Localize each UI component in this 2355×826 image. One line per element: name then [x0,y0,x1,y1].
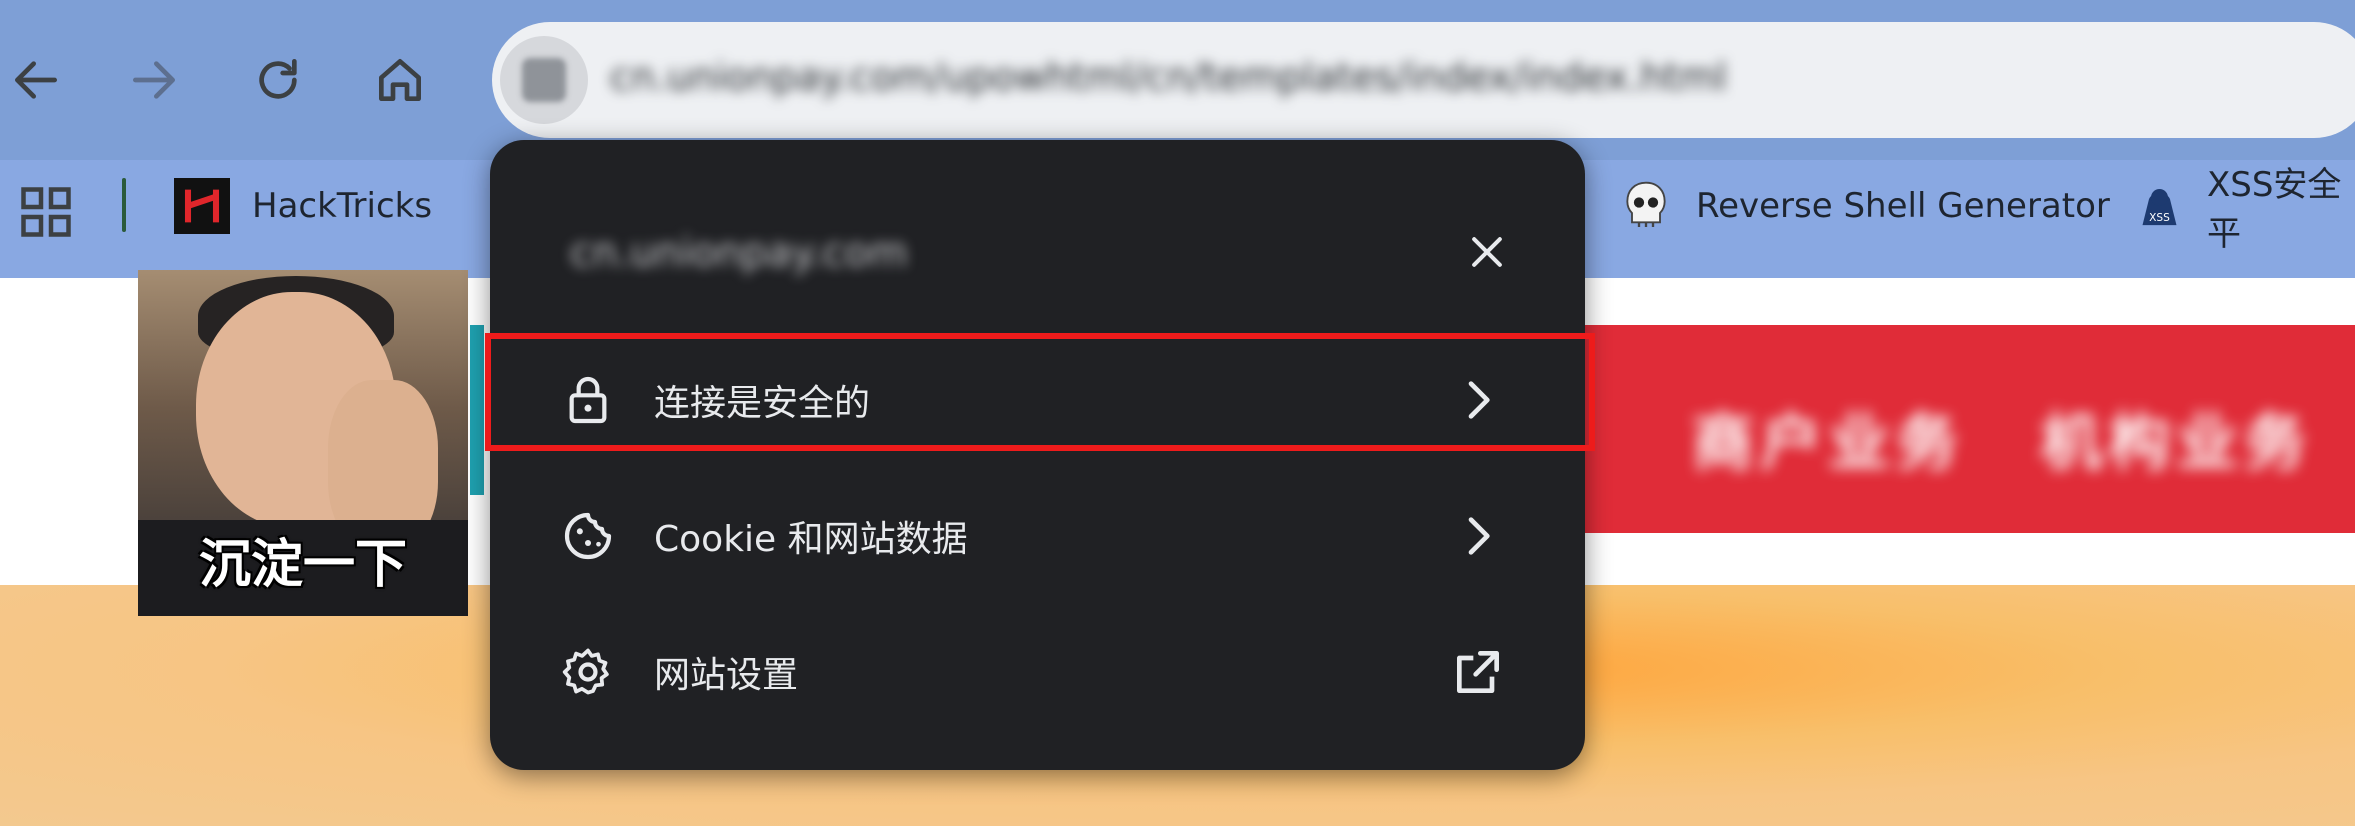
forward-arrow-icon [133,61,176,99]
back-button[interactable] [0,44,72,116]
bookmarks-divider [122,178,126,232]
home-icon [379,59,421,101]
banner-nav-item[interactable]: 机构业务 [2040,392,2312,482]
close-icon [1472,237,1502,267]
hacktricks-icon [174,178,230,234]
bookmark-xss-platform[interactable]: XSS XSS安全平 [2134,165,2355,254]
banner-nav-item[interactable]: 商户业务 [1692,392,1964,482]
back-arrow-icon [15,61,58,99]
cookie-icon [564,512,612,560]
row-label: 网站设置 [654,655,799,696]
row-label: Cookie 和网站数据 [654,519,968,560]
bookmark-label: Reverse Shell Generator [1696,186,2110,226]
site-settings-row[interactable]: 网站设置 [490,612,1585,732]
meme-sticker-image: 沉淀一下 [138,270,468,616]
popup-domain: cn.unionpay.com [570,230,908,276]
home-button[interactable] [364,44,436,116]
external-link-icon [1457,651,1499,693]
page-logo-fragment [470,325,484,495]
cookies-site-data-row[interactable]: Cookie 和网站数据 [490,476,1585,596]
red-annotation-box [485,333,1595,451]
reload-button[interactable] [242,44,314,116]
site-info-button[interactable] [500,36,588,124]
gear-icon [562,648,609,695]
bookmark-reverse-shell-generator[interactable]: Reverse Shell Generator [1618,176,2110,236]
chevron-right-icon [1468,517,1490,555]
xss-icon: XSS [2142,189,2177,226]
close-button[interactable] [1455,220,1519,284]
bookmark-label: HackTricks [252,186,433,226]
skull-icon [1626,181,1666,227]
url-text[interactable]: cn.unionpay.com/upowhtml/cn/templates/in… [610,55,1727,99]
site-info-popup: cn.unionpay.com 连接是安全的 Cookie 和网站数据 网站设置 [490,140,1585,770]
forward-button[interactable] [118,44,190,116]
svg-text:XSS: XSS [2149,211,2170,224]
apps-grid-icon[interactable] [16,182,76,246]
reload-icon [259,59,297,99]
bookmark-label: XSS安全平 [2206,165,2342,254]
bookmark-hacktricks[interactable]: HackTricks [174,176,432,236]
sticker-caption: 沉淀一下 [198,535,407,595]
site-info-icon [522,58,566,102]
